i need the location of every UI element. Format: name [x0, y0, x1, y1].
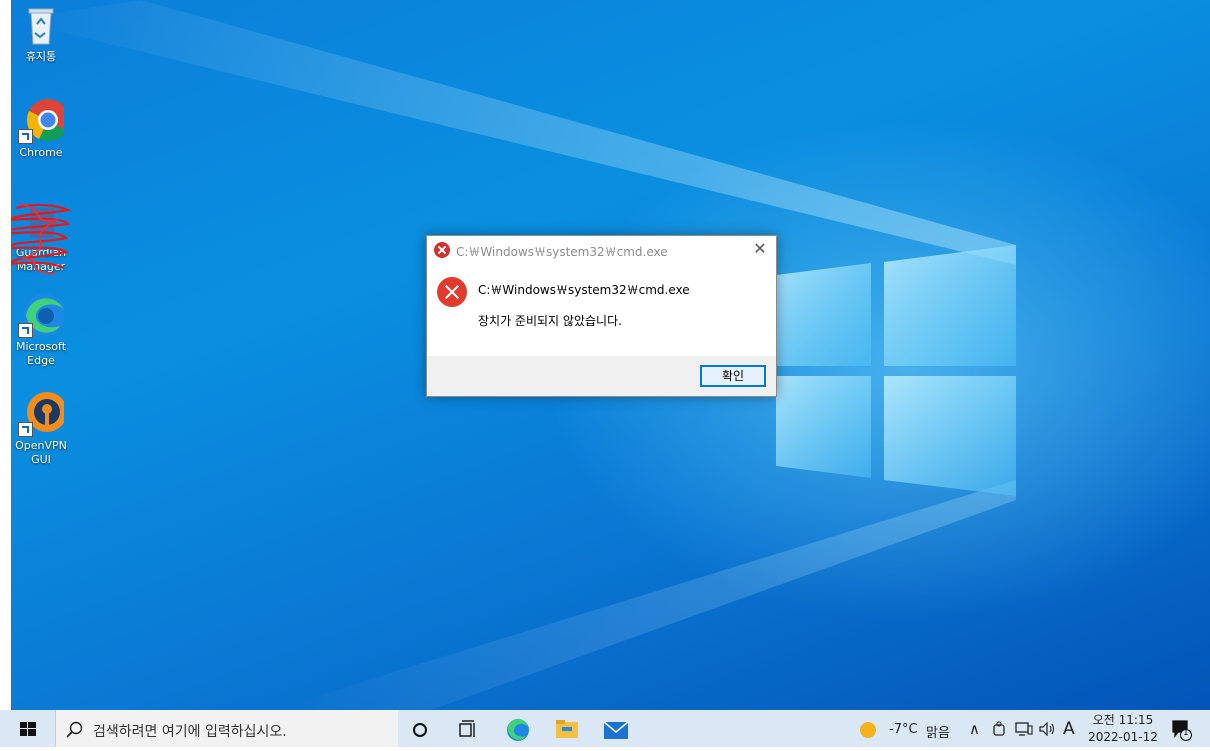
notification-center-button[interactable]: 1 — [1172, 720, 1192, 742]
desktop-icon-edge[interactable]: Microsoft Edge — [11, 292, 72, 368]
search-icon — [66, 721, 83, 738]
windows-logo-icon — [20, 722, 36, 736]
error-icon — [434, 242, 450, 258]
cortana-button[interactable] — [397, 710, 445, 747]
weather-temperature[interactable]: -7°C — [889, 722, 918, 737]
notification-count-badge: 1 — [1183, 728, 1189, 738]
dialog-footer: 확인 — [427, 356, 776, 396]
cortana-circle-icon — [413, 723, 427, 737]
weather-sun-icon[interactable] — [858, 720, 878, 740]
desktop-icon-label: Microsoft — [15, 340, 67, 353]
taskbar-file-explorer[interactable] — [543, 710, 591, 747]
ime-indicator[interactable]: A — [1063, 719, 1075, 739]
desktop-icon-guardian-manager[interactable]: Guardian Manager — [11, 200, 72, 275]
clock-date: 2022-01-12 — [1088, 730, 1158, 744]
dialog-body: C:￦Windows￦system32￦cmd.exe 장치가 준비되지 않았습… — [427, 264, 776, 356]
dialog-title: C:￦Windows￦system32￦cmd.exe — [456, 245, 668, 259]
desktop-icon-label: Edge — [27, 354, 55, 367]
folder-icon — [556, 720, 578, 738]
network-icon[interactable] — [1015, 722, 1033, 736]
task-view-icon — [459, 720, 475, 737]
shortcut-arrow-icon — [18, 422, 33, 437]
chrome-icon — [18, 98, 69, 144]
volume-icon[interactable] — [1039, 722, 1057, 736]
close-icon[interactable]: ✕ — [752, 240, 768, 258]
taskbar-edge[interactable] — [494, 710, 542, 747]
dialog-message-path: C:￦Windows￦system32￦cmd.exe — [478, 283, 690, 297]
weather-description[interactable]: 맑음 — [926, 722, 950, 741]
left-edge-strip — [0, 0, 11, 710]
openvpn-icon — [18, 391, 67, 437]
tray-overflow-chevron-icon[interactable]: ∧ — [969, 720, 980, 738]
desktop-icon-recycle-bin[interactable]: 휴지통 — [11, 2, 72, 64]
dialog-titlebar[interactable]: C:￦Windows￦system32￦cmd.exe ✕ — [427, 236, 776, 264]
mail-icon — [603, 721, 629, 739]
search-placeholder: 검색하려면 여기에 입력하십시오. — [93, 724, 287, 740]
desktop-icon-label: 휴지통 — [25, 50, 57, 63]
edge-icon — [18, 292, 66, 338]
desktop-icon-label: Chrome — [19, 146, 63, 159]
taskbar: 검색하려면 여기에 입력하십시오. -7°C 맑음 ∧ A 오전 11:15 2… — [0, 710, 1210, 747]
error-icon — [437, 277, 467, 307]
meet-now-icon[interactable] — [992, 721, 1006, 737]
start-button[interactable] — [0, 710, 55, 747]
ok-button[interactable]: 확인 — [700, 365, 766, 387]
taskbar-mail[interactable] — [592, 710, 640, 747]
notification-icon — [1172, 720, 1192, 741]
clock-time: 오전 11:15 — [1092, 713, 1154, 727]
dialog-message-text: 장치가 준비되지 않았습니다. — [478, 314, 622, 328]
taskbar-clock[interactable]: 오전 11:15 2022-01-12 — [1087, 712, 1159, 746]
taskbar-search-box[interactable]: 검색하려면 여기에 입력하십시오. — [55, 710, 398, 747]
task-view-button[interactable] — [445, 710, 493, 747]
desktop-icon-label: OpenVPN — [15, 439, 67, 452]
shortcut-arrow-icon — [18, 129, 33, 144]
red-scribble-redaction — [11, 203, 72, 275]
desktop-icon-openvpn[interactable]: OpenVPN GUI — [11, 391, 72, 467]
desktop-icon-label: GUI — [31, 453, 51, 466]
error-dialog[interactable]: C:￦Windows￦system32￦cmd.exe ✕ C:￦Windows… — [426, 235, 777, 397]
edge-icon — [507, 718, 529, 741]
shortcut-arrow-icon — [18, 323, 33, 338]
desktop-icon-chrome[interactable]: Chrome — [11, 98, 72, 160]
recycle-bin-icon — [18, 2, 64, 48]
